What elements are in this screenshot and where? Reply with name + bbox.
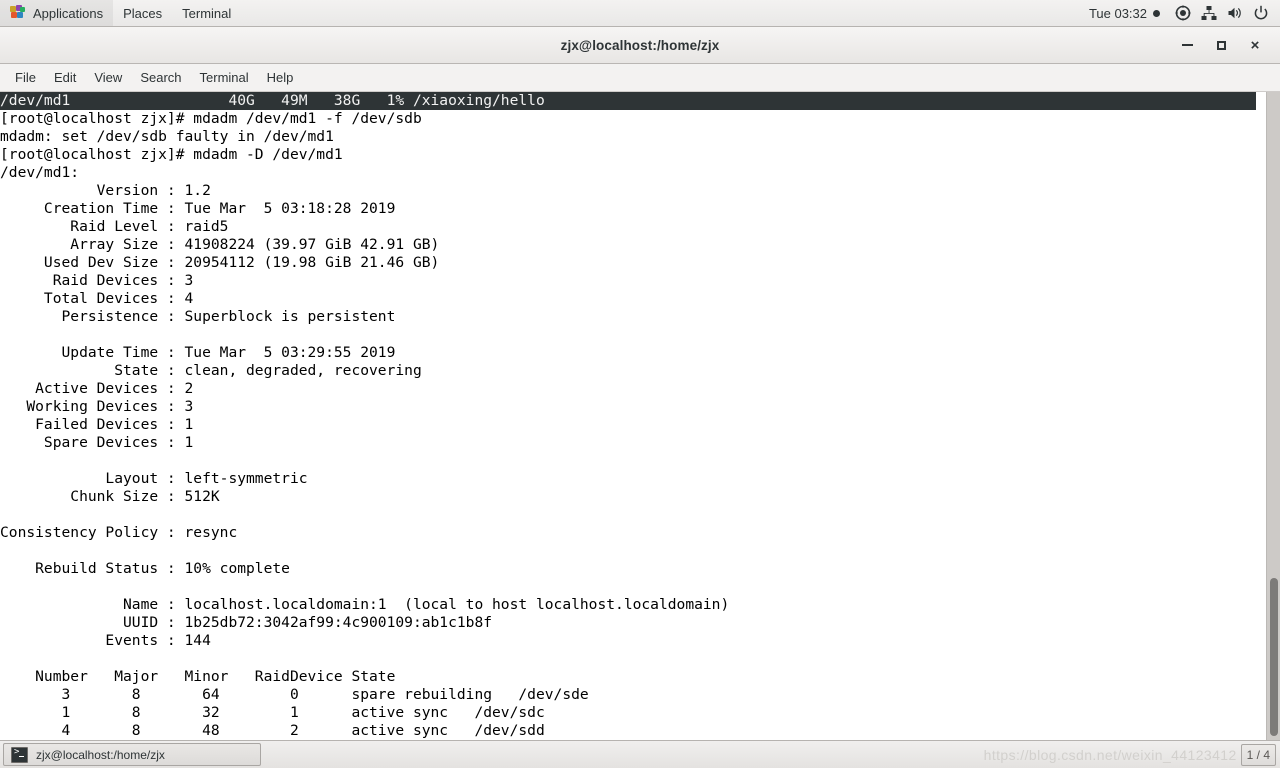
terminal-line: Working Devices : 3 <box>0 398 194 415</box>
workspace-indicator-label: 1 / 4 <box>1246 747 1270 762</box>
terminal-line: 4 8 48 2 active sync /dev/sdd <box>0 722 545 739</box>
scrollbar-thumb[interactable] <box>1270 578 1278 736</box>
menu-edit[interactable]: Edit <box>45 67 85 88</box>
clock-applet[interactable]: Tue 03:32 <box>1079 0 1170 26</box>
minimize-button[interactable] <box>1170 27 1204 63</box>
menu-terminal[interactable]: Terminal <box>191 67 258 88</box>
terminal-output[interactable]: /dev/md1 40G 49M 38G 1% /xiaoxing/hello[… <box>0 92 1256 740</box>
power-icon[interactable] <box>1248 0 1274 26</box>
terminal-line: Chunk Size : 512K <box>0 488 220 505</box>
terminal-line: Total Devices : 4 <box>0 290 194 307</box>
terminal-line: Update Time : Tue Mar 5 03:29:55 2019 <box>0 344 396 361</box>
terminal-line: 1 8 32 1 active sync /dev/sdc <box>0 704 545 721</box>
places-menu-label: Places <box>123 5 163 21</box>
terminal-line: Persistence : Superblock is persistent <box>0 308 396 325</box>
taskbar-window-label: zjx@localhost:/home/zjx <box>36 747 165 762</box>
notification-dot-icon <box>1153 9 1160 17</box>
terminal-line: UUID : 1b25db72:3042af99:4c900109:ab1c1b… <box>0 614 493 631</box>
terminal-line: Failed Devices : 1 <box>0 416 194 433</box>
minimize-icon <box>1181 44 1193 46</box>
terminal-line: Active Devices : 2 <box>0 380 194 397</box>
terminal-line: Name : localhost.localdomain:1 (local to… <box>0 596 730 613</box>
top-panel-menus: Applications Places Terminal <box>0 0 241 26</box>
terminal-line: Layout : left-symmetric <box>0 470 308 487</box>
close-button[interactable]: × <box>1238 27 1272 63</box>
terminal-line: Raid Devices : 3 <box>0 272 194 289</box>
terminal-line: Raid Level : raid5 <box>0 218 229 235</box>
applications-menu-label: Applications <box>33 5 104 21</box>
window-titlebar[interactable]: zjx@localhost:/home/zjx × <box>0 27 1280 64</box>
top-panel-status-area: Tue 03:32 <box>1079 0 1280 26</box>
applications-icon <box>10 5 26 21</box>
maximize-button[interactable] <box>1204 27 1238 63</box>
terminal-line: /dev/md1: <box>0 164 80 181</box>
terminal-scrollbar[interactable] <box>1266 92 1280 740</box>
terminal-highlight-text: /dev/md1 40G 49M 38G 1% /xiaoxing/hello <box>0 92 1256 110</box>
terminal-line: Creation Time : Tue Mar 5 03:18:28 2019 <box>0 200 396 217</box>
terminal-line: State : clean, degraded, recovering <box>0 362 422 379</box>
menu-file[interactable]: File <box>6 67 45 88</box>
taskbar-window-button[interactable]: zjx@localhost:/home/zjx <box>3 743 261 766</box>
terminal-line: 3 8 64 0 spare rebuilding /dev/sde <box>0 686 589 703</box>
menu-view[interactable]: View <box>85 67 131 88</box>
terminal-line: Events : 144 <box>0 632 211 649</box>
terminal-line: [root@localhost zjx]# mdadm /dev/md1 -f … <box>0 110 422 127</box>
terminal-menubar: File Edit View Search Terminal Help <box>0 64 1280 92</box>
terminal-window: zjx@localhost:/home/zjx × File Edit View… <box>0 27 1280 740</box>
clock-label: Tue 03:32 <box>1088 5 1147 21</box>
terminal-line-highlighted: /dev/md1 40G 49M 38G 1% /xiaoxing/hello <box>0 92 1256 110</box>
terminal-app-menu[interactable]: Terminal <box>172 0 241 26</box>
gnome-bottom-panel: zjx@localhost:/home/zjx https://blog.csd… <box>0 740 1280 768</box>
menu-help[interactable]: Help <box>258 67 303 88</box>
terminal-line: Used Dev Size : 20954112 (19.98 GiB 21.4… <box>0 254 440 271</box>
close-icon: × <box>1250 36 1260 54</box>
terminal-icon <box>11 746 28 763</box>
desktop: Applications Places Terminal Tue 03:32 z… <box>0 0 1280 768</box>
watermark-text: https://blog.csdn.net/weixin_44123412 <box>983 746 1237 763</box>
terminal-line: Number Major Minor RaidDevice State <box>0 668 396 685</box>
terminal-app-menu-label: Terminal <box>182 5 232 21</box>
terminal-line: Rebuild Status : 10% complete <box>0 560 290 577</box>
terminal-line: Spare Devices : 1 <box>0 434 194 451</box>
volume-icon[interactable] <box>1222 0 1248 26</box>
gnome-top-panel: Applications Places Terminal Tue 03:32 <box>0 0 1280 27</box>
menu-search[interactable]: Search <box>131 67 190 88</box>
terminal-body: /dev/md1 40G 49M 38G 1% /xiaoxing/hello[… <box>0 92 1280 740</box>
applications-menu[interactable]: Applications <box>0 0 114 26</box>
terminal-line: mdadm: set /dev/sdb faulty in /dev/md1 <box>0 128 334 145</box>
terminal-line: Consistency Policy : resync <box>0 524 238 541</box>
record-indicator-icon[interactable] <box>1170 0 1196 26</box>
window-controls: × <box>1170 27 1272 63</box>
window-title: zjx@localhost:/home/zjx <box>560 37 720 53</box>
network-icon[interactable] <box>1196 0 1222 26</box>
terminal-line: [root@localhost zjx]# mdadm -D /dev/md1 <box>0 146 343 163</box>
maximize-icon <box>1216 40 1226 50</box>
terminal-line: Array Size : 41908224 (39.97 GiB 42.91 G… <box>0 236 440 253</box>
terminal-line: Version : 1.2 <box>0 182 211 199</box>
workspace-switcher[interactable]: 1 / 4 <box>1240 743 1276 766</box>
places-menu[interactable]: Places <box>113 0 172 26</box>
